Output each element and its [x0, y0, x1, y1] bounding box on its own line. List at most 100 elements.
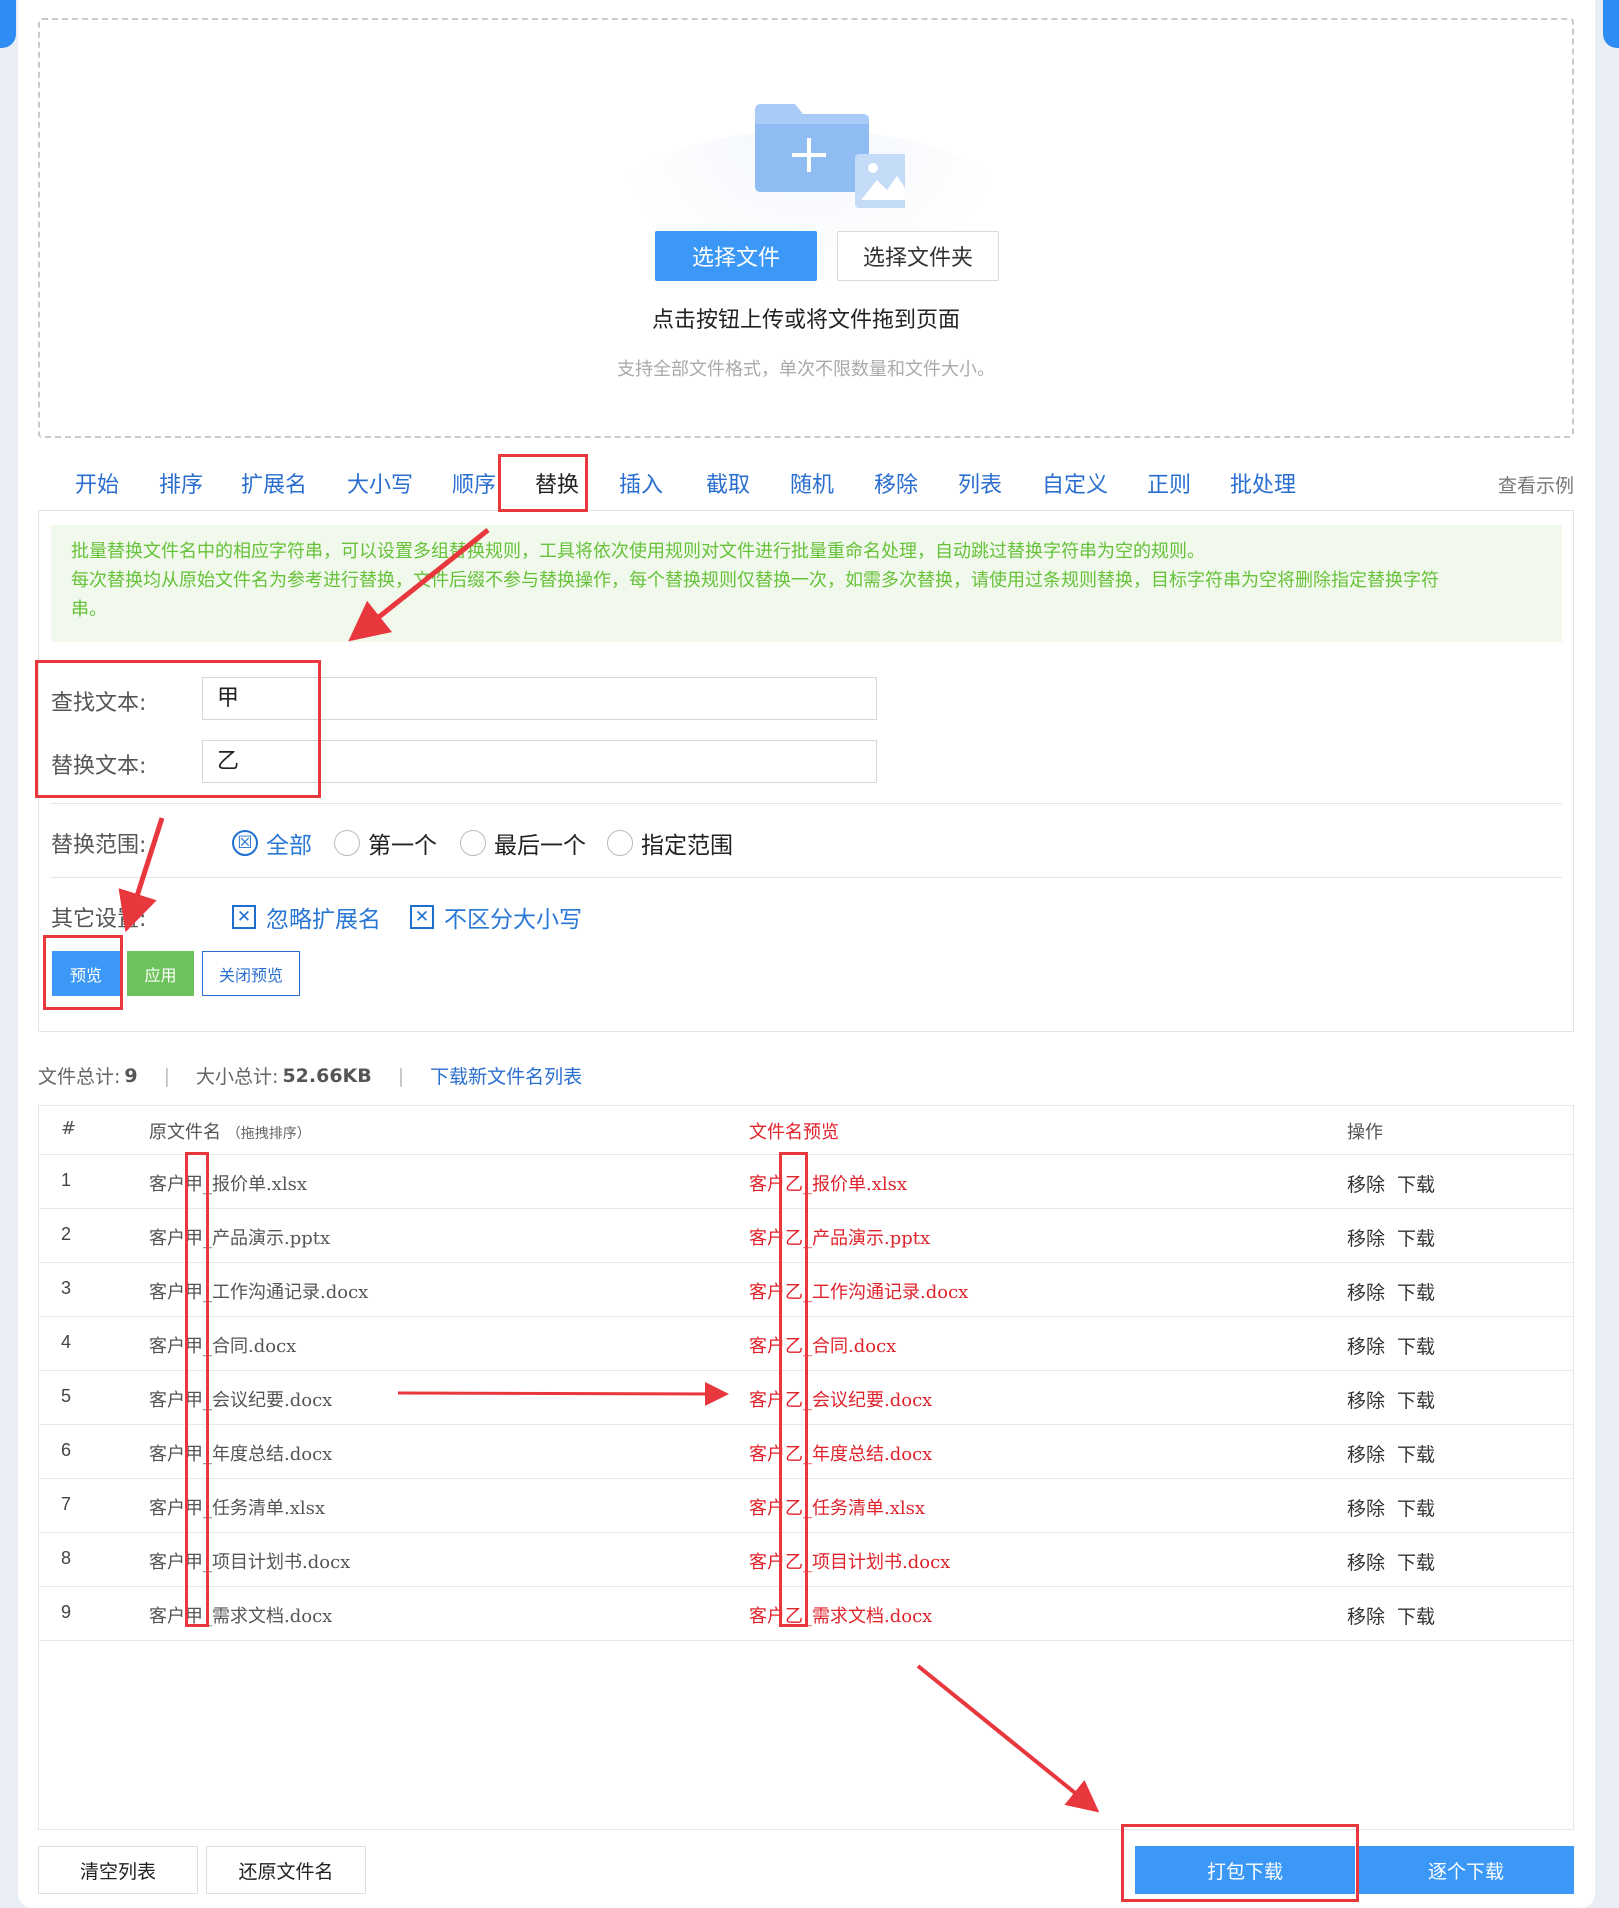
tab-custom[interactable]: 自定义	[1042, 467, 1108, 499]
download-link[interactable]: 下载	[1397, 1336, 1435, 1358]
row-actions: 移除 下载	[1347, 1224, 1447, 1251]
ignore-extension-checkbox[interactable]: ✕ 忽略扩展名	[232, 900, 381, 934]
header-original-name: 原文件名 （拖拽排序）	[149, 1122, 311, 1143]
page-accent-left	[0, 0, 16, 48]
notice-line-2: 每次替换均从原始文件名为参考进行替换，文件后缀不参与替换操作，每个替换规则仅替换…	[71, 570, 1439, 591]
row-index: 7	[61, 1494, 72, 1514]
download-link[interactable]: 下载	[1397, 1444, 1435, 1466]
scope-option-all[interactable]: ☒ 全部	[232, 826, 312, 860]
scope-option-first[interactable]: 第一个	[334, 826, 437, 860]
scope-option-range[interactable]: 指定范围	[607, 826, 733, 860]
download-name-list-link[interactable]: 下载新文件名列表	[430, 1062, 582, 1089]
notice-line-1: 批量替换文件名中的相应字符串，可以设置多组替换规则，工具将依次使用规则对文件进行…	[71, 541, 1205, 562]
tab-insert[interactable]: 插入	[619, 467, 663, 499]
upload-hint: 点击按钮上传或将文件拖到页面	[651, 308, 960, 333]
file-total-value: 9	[124, 1064, 138, 1087]
preview-file-name: 客户乙_产品演示.pptx	[749, 1228, 931, 1249]
download-link[interactable]: 下载	[1397, 1282, 1435, 1304]
download-link[interactable]: 下载	[1397, 1498, 1435, 1520]
remove-link[interactable]: 移除	[1347, 1174, 1385, 1196]
select-folder-button[interactable]: 选择文件夹	[837, 231, 999, 281]
table-row[interactable]: 3 客户甲_工作沟通记录.docx 客户乙_工作沟通记录.docx 移除 下载	[39, 1262, 1573, 1317]
remove-link[interactable]: 移除	[1347, 1606, 1385, 1628]
radio-icon	[460, 830, 486, 856]
tab-extract[interactable]: 截取	[706, 467, 750, 499]
original-file-name: 客户甲_年度总结.docx	[149, 1444, 333, 1465]
row-actions: 移除 下载	[1347, 1440, 1447, 1467]
file-total-label: 文件总计:	[38, 1066, 121, 1088]
checkbox-checked-icon: ✕	[232, 905, 256, 929]
row-index: 3	[61, 1278, 72, 1298]
scope-option-last[interactable]: 最后一个	[460, 826, 586, 860]
remove-link[interactable]: 移除	[1347, 1282, 1385, 1304]
tab-list[interactable]: 列表	[958, 467, 1002, 499]
tab-replace[interactable]: 替换	[535, 467, 579, 499]
upload-sub-hint: 支持全部文件格式，单次不限数量和文件大小。	[617, 359, 995, 380]
preview-file-name: 客户乙_项目计划书.docx	[749, 1552, 951, 1573]
find-text-input[interactable]: 甲	[202, 677, 877, 720]
upload-dropzone[interactable]: 选择文件 选择文件夹 点击按钮上传或将文件拖到页面 支持全部文件格式，单次不限数…	[38, 18, 1574, 438]
file-stats: 文件总计: 9 | 大小总计: 52.66KB | 下载新文件名列表	[38, 1062, 582, 1089]
file-table: # 原文件名 （拖拽排序） 文件名预览 操作 1 客户甲_报价单.xlsx 客户乙_…	[38, 1105, 1574, 1830]
case-insensitive-checkbox[interactable]: ✕ 不区分大小写	[410, 900, 582, 934]
table-row[interactable]: 9 客户甲_需求文档.docx 客户乙_需求文档.docx 移除 下载	[39, 1586, 1573, 1641]
table-row[interactable]: 8 客户甲_项目计划书.docx 客户乙_项目计划书.docx 移除 下载	[39, 1532, 1573, 1587]
download-link[interactable]: 下载	[1397, 1552, 1435, 1574]
remove-link[interactable]: 移除	[1347, 1444, 1385, 1466]
pack-download-button[interactable]: 打包下载	[1135, 1846, 1355, 1894]
row-actions: 移除 下载	[1347, 1386, 1447, 1413]
tab-remove[interactable]: 移除	[874, 467, 918, 499]
remove-link[interactable]: 移除	[1347, 1498, 1385, 1520]
remove-link[interactable]: 移除	[1347, 1390, 1385, 1412]
remove-link[interactable]: 移除	[1347, 1228, 1385, 1250]
tab-start[interactable]: 开始	[75, 467, 119, 499]
select-file-button[interactable]: 选择文件	[655, 231, 817, 281]
download-link[interactable]: 下载	[1397, 1390, 1435, 1412]
replace-scope-label: 替换范围:	[51, 833, 147, 858]
tab-sort[interactable]: 排序	[159, 467, 203, 499]
download-link[interactable]: 下载	[1397, 1228, 1435, 1250]
page-accent-right	[1603, 0, 1619, 48]
preview-file-name: 客户乙_报价单.xlsx	[749, 1174, 908, 1195]
header-index: #	[61, 1118, 77, 1139]
preview-file-name: 客户乙_会议纪要.docx	[749, 1390, 933, 1411]
remove-link[interactable]: 移除	[1347, 1336, 1385, 1358]
notice-line-3: 串。	[71, 599, 107, 620]
tab-random[interactable]: 随机	[790, 467, 834, 499]
restore-names-button[interactable]: 还原文件名	[206, 1846, 366, 1894]
tab-regex[interactable]: 正则	[1147, 467, 1191, 499]
download-each-button[interactable]: 逐个下载	[1358, 1846, 1574, 1894]
tab-case[interactable]: 大小写	[347, 467, 413, 499]
replace-text-input[interactable]: 乙	[202, 740, 877, 783]
header-actions: 操作	[1347, 1122, 1383, 1143]
preview-file-name: 客户乙_年度总结.docx	[749, 1444, 933, 1465]
size-total-label: 大小总计:	[196, 1066, 279, 1088]
tab-extension[interactable]: 扩展名	[241, 467, 307, 499]
original-file-name: 客户甲_会议纪要.docx	[149, 1390, 333, 1411]
preview-button[interactable]: 预览	[52, 951, 120, 996]
row-actions: 移除 下载	[1347, 1170, 1447, 1197]
view-example-link[interactable]: 查看示例	[1498, 471, 1574, 498]
row-index: 8	[61, 1548, 72, 1568]
table-row[interactable]: 2 客户甲_产品演示.pptx 客户乙_产品演示.pptx 移除 下载	[39, 1208, 1573, 1263]
table-row[interactable]: 1 客户甲_报价单.xlsx 客户乙_报价单.xlsx 移除 下载	[39, 1154, 1573, 1209]
original-file-name: 客户甲_产品演示.pptx	[149, 1228, 331, 1249]
tab-order[interactable]: 顺序	[452, 467, 496, 499]
table-row[interactable]: 7 客户甲_任务清单.xlsx 客户乙_任务清单.xlsx 移除 下载	[39, 1478, 1573, 1533]
divider	[51, 877, 1562, 878]
replace-rule-panel: 批量替换文件名中的相应字符串，可以设置多组替换规则，工具将依次使用规则对文件进行…	[38, 510, 1574, 1032]
table-row[interactable]: 4 客户甲_合同.docx 客户乙_合同.docx 移除 下载	[39, 1316, 1573, 1371]
radio-checked-icon: ☒	[232, 830, 258, 856]
download-link[interactable]: 下载	[1397, 1174, 1435, 1196]
original-file-name: 客户甲_项目计划书.docx	[149, 1552, 351, 1573]
download-link[interactable]: 下载	[1397, 1606, 1435, 1628]
table-row[interactable]: 6 客户甲_年度总结.docx 客户乙_年度总结.docx 移除 下载	[39, 1424, 1573, 1479]
clear-list-button[interactable]: 清空列表	[38, 1846, 198, 1894]
table-row[interactable]: 5 客户甲_会议纪要.docx 客户乙_会议纪要.docx 移除 下载	[39, 1370, 1573, 1425]
remove-link[interactable]: 移除	[1347, 1552, 1385, 1574]
apply-button[interactable]: 应用	[127, 951, 194, 996]
tab-batch[interactable]: 批处理	[1230, 467, 1296, 499]
row-index: 5	[61, 1386, 72, 1406]
divider	[51, 803, 1562, 804]
close-preview-button[interactable]: 关闭预览	[202, 951, 300, 996]
